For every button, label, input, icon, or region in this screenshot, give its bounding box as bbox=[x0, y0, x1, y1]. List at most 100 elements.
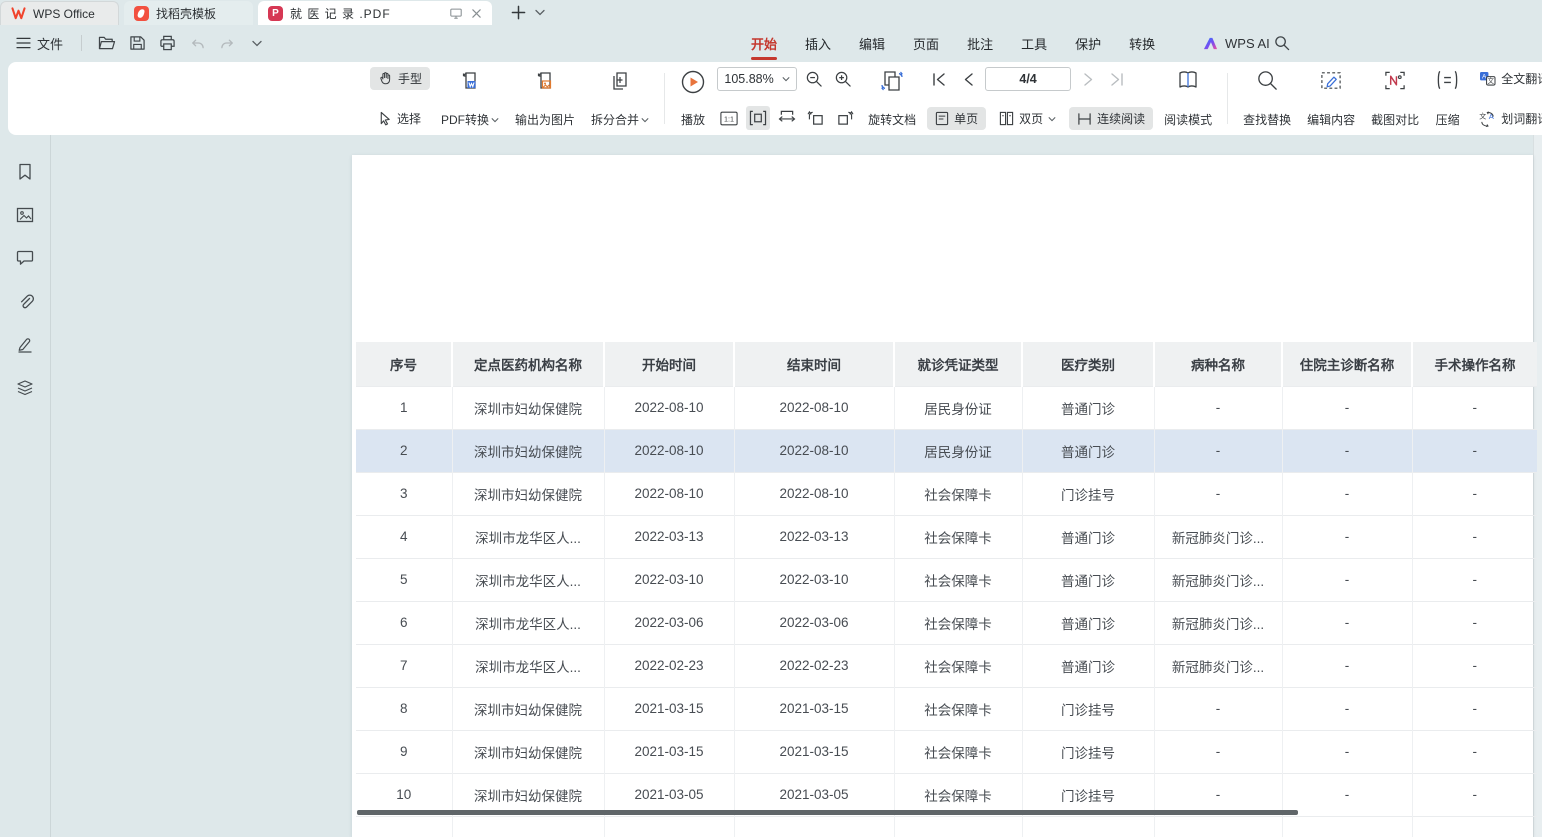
zoom-level-select[interactable]: 105.88% bbox=[717, 67, 797, 91]
comment-icon[interactable] bbox=[14, 247, 36, 269]
table-cell: 2022-08-10 bbox=[604, 386, 734, 429]
file-menu-button[interactable]: 文件 bbox=[10, 30, 69, 57]
select-tool-button[interactable]: 选择 bbox=[370, 107, 430, 130]
rotate-document-button[interactable]: 旋转文档 bbox=[863, 67, 921, 130]
table-cell: 社会保障卡 bbox=[894, 472, 1022, 515]
quick-access-chevron-icon[interactable] bbox=[244, 31, 270, 55]
menu-item-页面[interactable]: 页面 bbox=[899, 25, 953, 61]
zoom-in-button[interactable] bbox=[831, 67, 855, 91]
compress-button[interactable]: 压缩 bbox=[1430, 67, 1465, 130]
previous-page-button[interactable] bbox=[956, 67, 980, 91]
save-icon[interactable] bbox=[124, 31, 150, 55]
menu-item-转换[interactable]: 转换 bbox=[1115, 25, 1169, 61]
ribbon-search-icon[interactable] bbox=[1268, 29, 1296, 57]
table-cell: - bbox=[1282, 515, 1412, 558]
menu-item-编辑[interactable]: 编辑 bbox=[845, 25, 899, 61]
table-cell: 2022-08-10 bbox=[604, 472, 734, 515]
tab-document-active[interactable]: P 就 医 记 录 .PDF bbox=[258, 1, 492, 25]
edit-content-button[interactable]: 编辑内容 bbox=[1302, 67, 1360, 130]
table-cell: - bbox=[1154, 386, 1282, 429]
single-page-button[interactable]: 单页 bbox=[927, 107, 986, 130]
table-cell: 社会保障卡 bbox=[894, 515, 1022, 558]
signature-icon[interactable] bbox=[14, 333, 36, 355]
table-cell: 9 bbox=[356, 730, 452, 773]
table-cell: 新冠肺炎门诊... bbox=[1154, 515, 1282, 558]
table-cell: 社会保障卡 bbox=[894, 644, 1022, 687]
hand-tool-button[interactable]: 手型 bbox=[370, 67, 430, 90]
menu-item-工具[interactable]: 工具 bbox=[1007, 25, 1061, 61]
table-cell: 社会保障卡 bbox=[894, 730, 1022, 773]
table-cell: - bbox=[1412, 558, 1537, 601]
double-page-button[interactable]: 双页 bbox=[991, 107, 1064, 130]
menu-item-开始[interactable]: 开始 bbox=[737, 25, 791, 61]
table-header-cell: 序号 bbox=[356, 342, 452, 386]
export-image-button[interactable]: 输出为图片 bbox=[510, 67, 580, 130]
full-translate-button[interactable]: A文 全文翻译 bbox=[1471, 67, 1542, 90]
table-cell: - bbox=[1412, 386, 1537, 429]
fit-width-button[interactable] bbox=[746, 106, 770, 130]
table-cell: 2022-03-13 bbox=[604, 515, 734, 558]
open-file-icon[interactable] bbox=[94, 31, 120, 55]
table-cell: - bbox=[1282, 386, 1412, 429]
undo-icon[interactable] bbox=[184, 31, 210, 55]
menu-item-保护[interactable]: 保护 bbox=[1061, 25, 1115, 61]
fit-page-button[interactable] bbox=[775, 106, 799, 130]
tab-docer-templates[interactable]: 找稻壳模板 bbox=[124, 1, 253, 25]
screenshot-compare-button[interactable]: 截图对比 bbox=[1366, 67, 1424, 130]
screenshot-compare-icon bbox=[1383, 69, 1407, 92]
table-cell: 深圳市妇幼保健院 bbox=[452, 687, 604, 730]
table-header-cell: 医疗类别 bbox=[1022, 342, 1154, 386]
attachment-icon[interactable] bbox=[14, 290, 36, 312]
redo-icon[interactable] bbox=[214, 31, 240, 55]
table-cell: 4 bbox=[356, 515, 452, 558]
pdf-convert-button[interactable]: PDF转换 bbox=[436, 67, 504, 130]
new-tab-button[interactable] bbox=[506, 0, 530, 24]
menu-item-插入[interactable]: 插入 bbox=[791, 25, 845, 61]
zoom-out-button[interactable] bbox=[802, 67, 826, 91]
table-header-cell: 病种名称 bbox=[1154, 342, 1282, 386]
table-cell bbox=[894, 816, 1022, 837]
export-image-label: 输出为图片 bbox=[515, 111, 575, 128]
word-translate-button[interactable]: 文A 划词翻译 bbox=[1471, 107, 1542, 130]
find-replace-button[interactable]: 查找替换 bbox=[1238, 67, 1296, 130]
word-translate-icon: 文A bbox=[1479, 111, 1496, 127]
tab-wps-home[interactable]: WPS Office bbox=[0, 1, 119, 25]
table-cell: - bbox=[1282, 687, 1412, 730]
table-cell: 8 bbox=[356, 687, 452, 730]
edit-content-label: 编辑内容 bbox=[1307, 111, 1355, 128]
read-mode-button[interactable]: 阅读模式 bbox=[1159, 67, 1217, 130]
next-page-button[interactable] bbox=[1076, 67, 1100, 91]
layers-icon[interactable] bbox=[14, 376, 36, 398]
split-merge-button[interactable]: 拆分合并 bbox=[586, 67, 654, 130]
tab-list-chevron-icon[interactable] bbox=[531, 2, 549, 22]
export-image-icon bbox=[533, 69, 557, 93]
first-page-button[interactable] bbox=[927, 67, 951, 91]
monitor-icon[interactable] bbox=[449, 7, 463, 20]
print-icon[interactable] bbox=[154, 31, 180, 55]
single-page-label: 单页 bbox=[954, 110, 978, 127]
last-page-button[interactable] bbox=[1105, 67, 1129, 91]
thumbnail-icon[interactable] bbox=[14, 204, 36, 226]
rotate-left-button[interactable] bbox=[804, 106, 828, 130]
table-cell: - bbox=[1282, 773, 1412, 816]
actual-size-button[interactable]: 1:1 bbox=[717, 106, 741, 130]
table-row: 9深圳市妇幼保健院2021-03-152021-03-15社会保障卡门诊挂号--… bbox=[356, 730, 1537, 773]
close-tab-icon[interactable] bbox=[471, 8, 482, 19]
table-row: 5深圳市龙华区人...2022-03-102022-03-10社会保障卡普通门诊… bbox=[356, 558, 1537, 601]
table-cell: 2022-02-23 bbox=[734, 644, 894, 687]
table-row: 3深圳市妇幼保健院2022-08-102022-08-10社会保障卡门诊挂号--… bbox=[356, 472, 1537, 515]
rotate-right-button[interactable] bbox=[833, 106, 857, 130]
play-button[interactable]: 播放 bbox=[675, 67, 711, 130]
pdf-page: 序号定点医药机构名称开始时间结束时间就诊凭证类型医疗类别病种名称住院主诊断名称手… bbox=[352, 155, 1533, 837]
horizontal-scrollbar-thumb[interactable] bbox=[357, 810, 1298, 815]
table-cell: 6 bbox=[356, 601, 452, 644]
page-number-input[interactable]: 4/4 bbox=[985, 67, 1071, 91]
ribbon-menu: 开始插入编辑页面批注工具保护转换 bbox=[737, 25, 1169, 61]
wps-ai-logo-icon bbox=[1202, 36, 1219, 51]
cursor-icon bbox=[378, 111, 392, 126]
table-row: 4深圳市龙华区人...2022-03-132022-03-13社会保障卡普通门诊… bbox=[356, 515, 1537, 558]
continuous-read-button[interactable]: 连续阅读 bbox=[1069, 107, 1153, 130]
table-header-cell: 结束时间 bbox=[734, 342, 894, 386]
bookmark-icon[interactable] bbox=[14, 161, 36, 183]
menu-item-批注[interactable]: 批注 bbox=[953, 25, 1007, 61]
